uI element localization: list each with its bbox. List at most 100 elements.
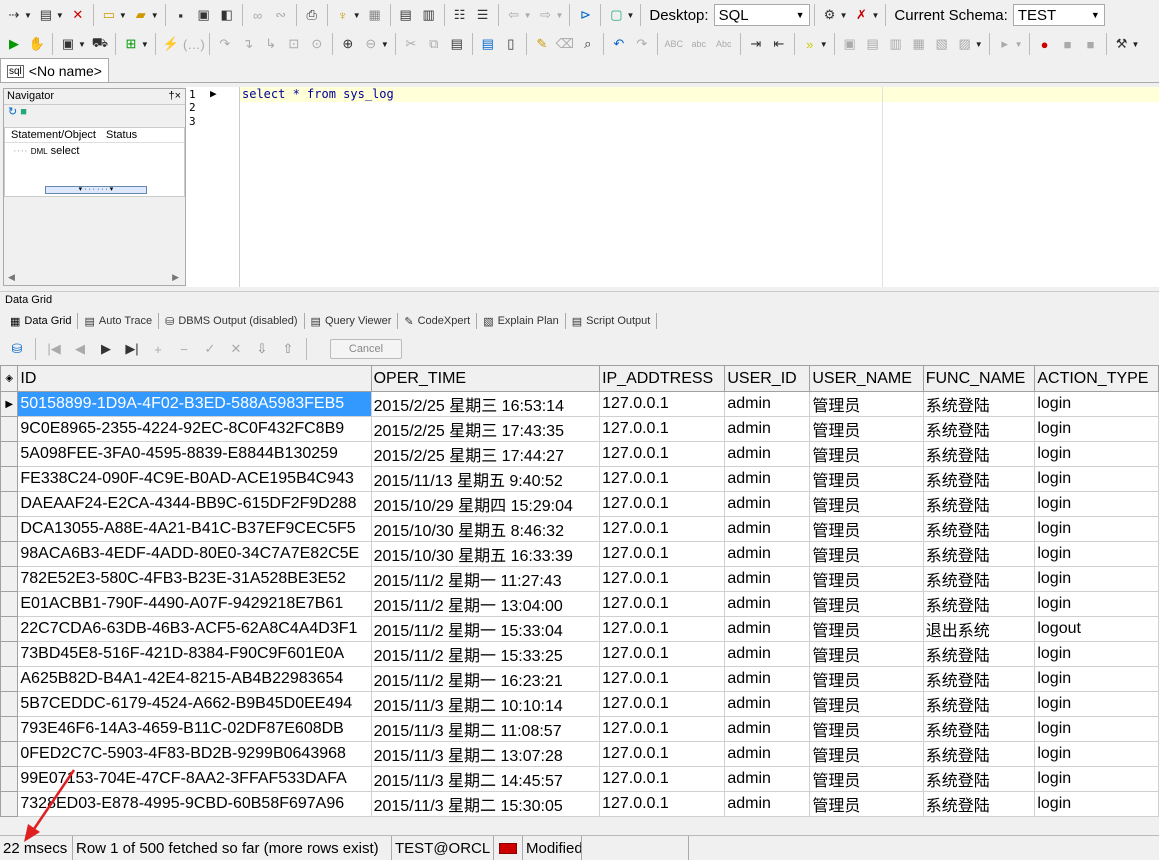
table-cell[interactable]: 管理员 [809,491,924,517]
navigator-row[interactable]: ···· DML select [5,143,184,160]
pin-close-icon[interactable]: †× [168,89,185,104]
column-header[interactable]: IP_ADDTRESS [599,365,726,392]
table-cell[interactable]: 127.0.0.1 [599,416,726,442]
table-cell[interactable]: admin [724,691,811,717]
table-cell[interactable]: 73BD45E8-516F-421D-8384-F90C9F601E0A [17,641,372,667]
table-cell[interactable]: DCA13055-A88E-4A21-B41C-B37EF9CEC5F5 [17,516,372,542]
table-cell[interactable]: 系统登陆 [922,741,1036,767]
table-cell[interactable]: logout [1034,616,1159,642]
row-indicator[interactable] [0,591,19,617]
table-row[interactable]: 22C7CDA6-63DB-46B3-ACF5-62A8C4A4D3F1 2015… [0,616,1159,642]
eraser-icon[interactable]: ⌫ [554,33,576,55]
table-cell[interactable]: 系统登陆 [922,541,1036,567]
current-row-indicator-icon[interactable]: ▶ [0,391,19,417]
stop-icon[interactable]: ■ [1057,33,1079,55]
outdent-icon[interactable]: ⇤ [768,33,790,55]
table-cell[interactable]: 2015/11/2 星期一 15:33:25 [370,641,601,667]
table-row[interactable]: ▶ 50158899-1D9A-4F02-B3ED-588A5983FEB5 201… [0,391,1159,417]
row-indicator[interactable] [0,791,19,817]
back-icon[interactable]: ⇦ [503,4,525,26]
chevron-down-icon[interactable]: ▼ [556,11,564,20]
column-statement-object[interactable]: Statement/Object [5,128,96,142]
table-cell[interactable]: A625B82D-B4A1-42E4-8215-AB4B22983654 [17,666,372,692]
row-indicator[interactable] [0,616,19,642]
refresh-icon[interactable]: ↻ [8,106,17,118]
table-cell[interactable]: login [1034,641,1159,667]
stop-hand-icon[interactable]: ✋ [26,33,48,55]
undo-icon[interactable]: ↶ [608,33,630,55]
chevron-down-icon[interactable]: ▼ [626,11,634,20]
table-cell[interactable]: admin [724,466,811,492]
table-cell[interactable]: login [1034,491,1159,517]
table-cell[interactable]: 127.0.0.1 [599,791,726,817]
add-watch-icon[interactable]: ⊕ [337,33,359,55]
table-cell[interactable]: 系统登陆 [922,691,1036,717]
table-cell[interactable]: admin [724,616,811,642]
table-cell[interactable]: 5A098FEE-3FA0-4595-8839-E8844B130259 [17,441,372,467]
find-icon[interactable]: ⌕ [577,33,599,55]
indent-icon[interactable]: ⇥ [745,33,767,55]
column-header[interactable]: ACTION_TYPE [1034,365,1159,392]
print-icon[interactable]: ⎙ [301,4,323,26]
table-cell[interactable]: 系统登陆 [922,766,1036,792]
tab-auto-trace[interactable]: ▤ Auto Trace [78,311,158,331]
customize-icon[interactable]: ⚒ [1111,33,1133,55]
chevron-down-icon[interactable]: ▼ [56,11,64,20]
table-cell[interactable]: 127.0.0.1 [599,441,726,467]
table-row[interactable]: A625B82D-B4A1-42E4-8215-AB4B22983654 2015… [0,666,1159,692]
first-record-icon[interactable]: |◀ [43,338,65,360]
table-cell[interactable]: admin [724,391,811,417]
table-cell[interactable]: 2015/11/3 星期二 14:45:57 [370,766,601,792]
table-cell[interactable]: admin [724,416,811,442]
navigator-scroll-indicator[interactable]: ▾ · · · · · · ▾ [45,186,147,194]
table-cell[interactable]: 5B7CEDDC-6179-4524-A662-B9B45D0EE494 [17,691,372,717]
blank-page-icon[interactable]: ▯ [500,33,522,55]
table-cell[interactable]: login [1034,691,1159,717]
execute-script-icon[interactable]: ▣ [57,33,79,55]
table-cell[interactable]: 22C7CDA6-63DB-46B3-ACF5-62A8C4A4D3F1 [17,616,372,642]
window-icon[interactable]: ▢ [605,4,627,26]
row-indicator[interactable] [0,466,19,492]
table-cell[interactable]: login [1034,666,1159,692]
table-cell[interactable]: 2015/11/3 星期二 10:10:14 [370,691,601,717]
chevron-down-icon[interactable]: ▼ [353,11,361,20]
table-cell[interactable]: 127.0.0.1 [599,391,726,417]
lowercase-icon[interactable]: abc [687,33,711,55]
chevron-down-icon[interactable]: ▼ [872,11,880,20]
table-cell[interactable]: 2015/11/3 星期二 15:30:05 [370,791,601,817]
table-cell[interactable]: 2015/11/2 星期一 15:33:04 [370,616,601,642]
table-cell[interactable]: login [1034,541,1159,567]
table-row[interactable]: 98ACA6B3-4EDF-4ADD-80E0-34C7A7E82C5E 2015… [0,541,1159,567]
table-cell[interactable]: admin [724,666,811,692]
table-cell[interactable]: 管理员 [809,591,924,617]
schema-select[interactable]: TEST ▼ [1012,4,1105,26]
table-cell[interactable]: 127.0.0.1 [599,716,726,742]
column-header[interactable]: OPER_TIME [370,365,601,392]
tab-explain-plan[interactable]: ▧ Explain Plan [477,311,565,331]
object-icon-2[interactable]: ▤ [862,33,884,55]
table-cell[interactable]: login [1034,516,1159,542]
row-indicator[interactable] [0,741,19,767]
table-cell[interactable]: 系统登陆 [922,416,1036,442]
table-cell[interactable]: 127.0.0.1 [599,766,726,792]
row-indicator[interactable] [0,691,19,717]
table-cell[interactable]: 系统登陆 [922,516,1036,542]
chevron-down-icon[interactable]: ▼ [975,40,983,49]
sql-icon[interactable]: ▤ [35,4,57,26]
table-row[interactable]: 793E46F6-14A3-4659-B11C-02DF87E608DB 2015… [0,716,1159,742]
chevron-down-icon[interactable]: ▼ [381,40,389,49]
save-as-icon[interactable]: ▣ [193,4,215,26]
table-row[interactable]: DAEAAF24-E2CA-4344-BB9C-615DF2F9D288 2015… [0,491,1159,517]
table-cell[interactable]: 系统登陆 [922,391,1036,417]
table-cell[interactable]: 系统登陆 [922,666,1036,692]
row-indicator[interactable] [0,541,19,567]
table-cell[interactable]: 管理员 [809,766,924,792]
tab-dbms-output[interactable]: ⛁ DBMS Output (disabled) [159,311,303,331]
column-header[interactable]: USER_NAME [809,365,924,392]
record-icon[interactable]: ● [1034,33,1056,55]
table-cell[interactable]: admin [724,791,811,817]
row-indicator[interactable] [0,716,19,742]
table-cell[interactable]: 管理员 [809,516,924,542]
table-cell[interactable]: 2015/11/2 星期一 13:04:00 [370,591,601,617]
chevron-down-icon[interactable]: ▼ [24,11,32,20]
